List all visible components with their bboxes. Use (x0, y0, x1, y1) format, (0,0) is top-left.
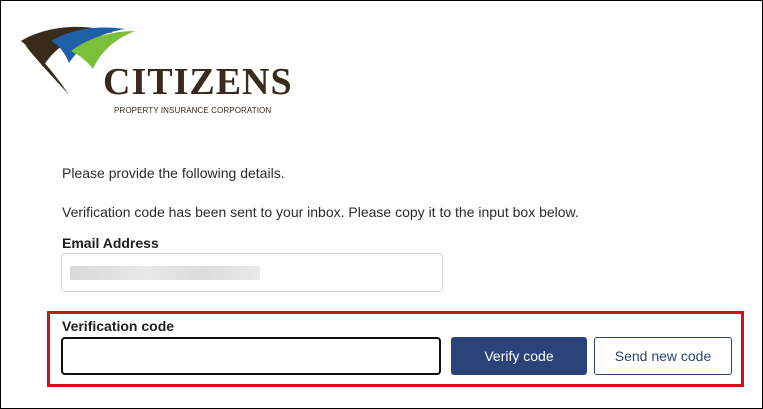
send-new-code-button[interactable]: Send new code (594, 337, 732, 375)
brand-subtitle: PROPERTY INSURANCE CORPORATION (114, 106, 272, 115)
citizens-logo: CITIZENS PROPERTY INSURANCE CORPORATION (17, 23, 292, 123)
notice-text: Verification code has been sent to your … (62, 204, 579, 220)
intro-text: Please provide the following details. (62, 165, 285, 181)
verification-code-label: Verification code (62, 318, 175, 334)
email-redacted-value (70, 266, 260, 280)
email-label: Email Address (62, 235, 159, 251)
verification-code-input[interactable] (61, 337, 441, 375)
email-field[interactable] (61, 253, 443, 292)
page-frame: CITIZENS PROPERTY INSURANCE CORPORATION … (0, 0, 763, 409)
verify-code-button[interactable]: Verify code (451, 337, 587, 375)
brand-name: CITIZENS (103, 61, 293, 103)
